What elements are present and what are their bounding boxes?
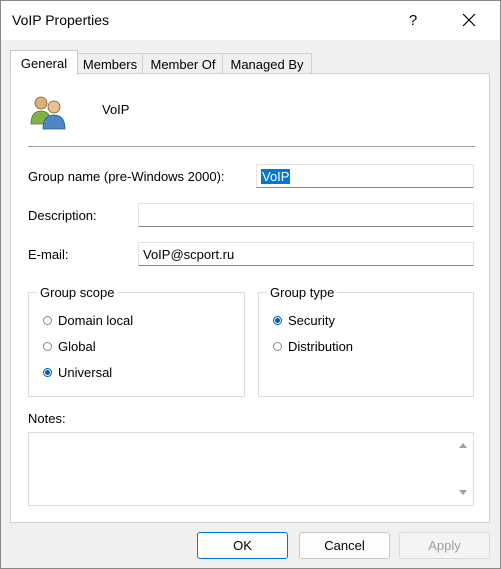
title-bar: VoIP Properties ? (1, 1, 500, 40)
close-icon (462, 13, 476, 27)
tab-general[interactable]: General (10, 50, 78, 75)
description-field[interactable] (138, 203, 474, 227)
radio-button[interactable] (273, 342, 282, 351)
radio-button[interactable] (273, 316, 282, 325)
radio-label: Distribution (288, 339, 354, 354)
radio-label: Universal (58, 365, 113, 380)
radio-button[interactable] (43, 368, 52, 377)
radio-label: Security (288, 313, 335, 328)
group-name-field[interactable]: VoIP (256, 164, 474, 188)
email-label: E-mail: (28, 247, 69, 262)
group-name-value: VoIP (261, 169, 291, 184)
radio-button[interactable] (43, 316, 52, 325)
general-panel: VoIP Group name (pre-Windows 2000): VoIP… (10, 73, 490, 523)
window-title: VoIP Properties (12, 12, 110, 28)
radio-button[interactable] (43, 342, 52, 351)
email-field[interactable]: VoIP@scport.ru (138, 242, 474, 266)
group-scope-title: Group scope (37, 285, 118, 300)
tab-members[interactable]: Members (76, 53, 144, 74)
cancel-button[interactable]: Cancel (299, 532, 390, 559)
header-separator (28, 146, 475, 147)
help-button[interactable]: ? (393, 4, 433, 36)
radio-global[interactable]: Global (43, 339, 96, 354)
group-name-label: Group name (pre-Windows 2000): (28, 169, 225, 184)
close-button[interactable] (449, 4, 489, 36)
radio-label: Domain local (58, 313, 134, 328)
group-type-box: Group type Security Distribution (258, 285, 474, 397)
properties-dialog: VoIP Properties ? General Members Member… (0, 0, 501, 569)
notes-label: Notes: (28, 411, 66, 426)
notes-textarea[interactable] (28, 432, 474, 506)
tab-member-of[interactable]: Member Of (142, 53, 224, 74)
radio-security[interactable]: Security (273, 313, 335, 328)
apply-button[interactable]: Apply (399, 532, 490, 559)
description-label: Description: (28, 208, 97, 223)
group-users-icon (28, 94, 68, 133)
ok-button[interactable]: OK (197, 532, 288, 559)
radio-universal[interactable]: Universal (43, 365, 112, 380)
group-type-title: Group type (267, 285, 338, 300)
tab-managed-by[interactable]: Managed By (222, 53, 312, 74)
group-scope-box: Group scope Domain local Global Universa… (28, 285, 245, 397)
radio-domain-local[interactable]: Domain local (43, 313, 133, 328)
scroll-up-arrow[interactable] (459, 443, 467, 448)
radio-label: Global (58, 339, 96, 354)
scroll-down-arrow[interactable] (459, 490, 467, 495)
radio-distribution[interactable]: Distribution (273, 339, 353, 354)
group-display-name: VoIP (102, 102, 130, 117)
